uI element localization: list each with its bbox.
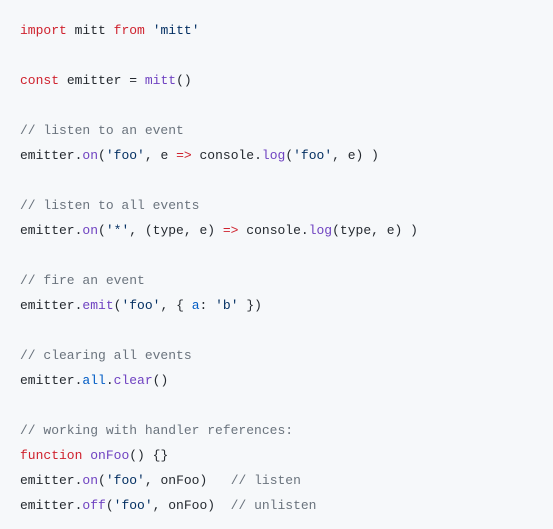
arrow: =>	[223, 223, 239, 238]
comment: // listen	[231, 473, 301, 488]
text	[145, 23, 153, 38]
text: (	[98, 473, 106, 488]
string: 'foo'	[114, 498, 153, 513]
text: (	[98, 148, 106, 163]
string: 'foo'	[293, 148, 332, 163]
text: , (type, e)	[129, 223, 223, 238]
comment: // unlisten	[231, 498, 317, 513]
code-line: const emitter = mitt()	[20, 68, 533, 93]
comment: // working with handler references:	[20, 423, 293, 438]
keyword-from: from	[114, 23, 145, 38]
code-line: emitter.off('foo', onFoo) // unlisten	[20, 493, 533, 518]
text: emitter.	[20, 223, 82, 238]
blank-line	[20, 243, 533, 268]
code-line: emitter.on('foo', e => console.log('foo'…	[20, 143, 533, 168]
text: , onFoo)	[153, 498, 231, 513]
code-line: emitter.all.clear()	[20, 368, 533, 393]
text: ()	[176, 73, 192, 88]
text: , {	[160, 298, 191, 313]
text: , e	[145, 148, 176, 163]
text: .	[106, 373, 114, 388]
keyword-import: import	[20, 23, 67, 38]
string: 'foo'	[121, 298, 160, 313]
code-line: import mitt from 'mitt'	[20, 18, 533, 43]
method: emit	[82, 298, 113, 313]
text: (	[106, 498, 114, 513]
comment: // fire an event	[20, 273, 145, 288]
keyword-const: const	[20, 73, 59, 88]
method: on	[82, 473, 98, 488]
blank-line	[20, 168, 533, 193]
method: on	[82, 223, 98, 238]
text: ()	[153, 373, 169, 388]
text: console.	[238, 223, 308, 238]
identifier: mitt	[75, 23, 106, 38]
blank-line	[20, 93, 533, 118]
text	[59, 73, 67, 88]
comment: // clearing all events	[20, 348, 192, 363]
text	[67, 23, 75, 38]
blank-line	[20, 43, 533, 68]
code-line: // working with handler references:	[20, 418, 533, 443]
text: () {}	[129, 448, 168, 463]
text: , e) )	[332, 148, 379, 163]
method: on	[82, 148, 98, 163]
arrow: =>	[176, 148, 192, 163]
code-line: // fire an event	[20, 268, 533, 293]
text: (	[98, 223, 106, 238]
string: 'b'	[215, 298, 238, 313]
code-line: emitter.on('foo', onFoo) // listen	[20, 468, 533, 493]
blank-line	[20, 318, 533, 343]
property: all	[82, 373, 105, 388]
text: console.	[192, 148, 262, 163]
identifier: emitter	[67, 73, 122, 88]
comment: // listen to all events	[20, 198, 199, 213]
text: emitter.	[20, 498, 82, 513]
string: 'foo'	[106, 148, 145, 163]
code-line: emitter.emit('foo', { a: 'b' })	[20, 293, 533, 318]
code-line: function onFoo() {}	[20, 443, 533, 468]
text: =	[121, 73, 144, 88]
string: 'foo'	[106, 473, 145, 488]
string: 'mitt'	[153, 23, 200, 38]
function-name: onFoo	[90, 448, 129, 463]
comment: // listen to an event	[20, 123, 184, 138]
keyword-function: function	[20, 448, 82, 463]
text: emitter.	[20, 373, 82, 388]
blank-line	[20, 393, 533, 418]
text: })	[239, 298, 262, 313]
method: off	[82, 498, 105, 513]
code-line: // listen to an event	[20, 118, 533, 143]
text	[106, 23, 114, 38]
code-line: // listen to all events	[20, 193, 533, 218]
text: (	[285, 148, 293, 163]
method: log	[262, 148, 285, 163]
function-call: mitt	[145, 73, 176, 88]
object-key: a	[192, 298, 200, 313]
method: log	[309, 223, 332, 238]
code-block: import mitt from 'mitt' const emitter = …	[0, 0, 553, 529]
method: clear	[114, 373, 153, 388]
code-line: // clearing all events	[20, 343, 533, 368]
text: (type, e) )	[332, 223, 418, 238]
text: emitter.	[20, 148, 82, 163]
string: '*'	[106, 223, 129, 238]
text: :	[200, 298, 216, 313]
text: emitter.	[20, 473, 82, 488]
code-line: emitter.on('*', (type, e) => console.log…	[20, 218, 533, 243]
text: emitter.	[20, 298, 82, 313]
text: , onFoo)	[145, 473, 231, 488]
